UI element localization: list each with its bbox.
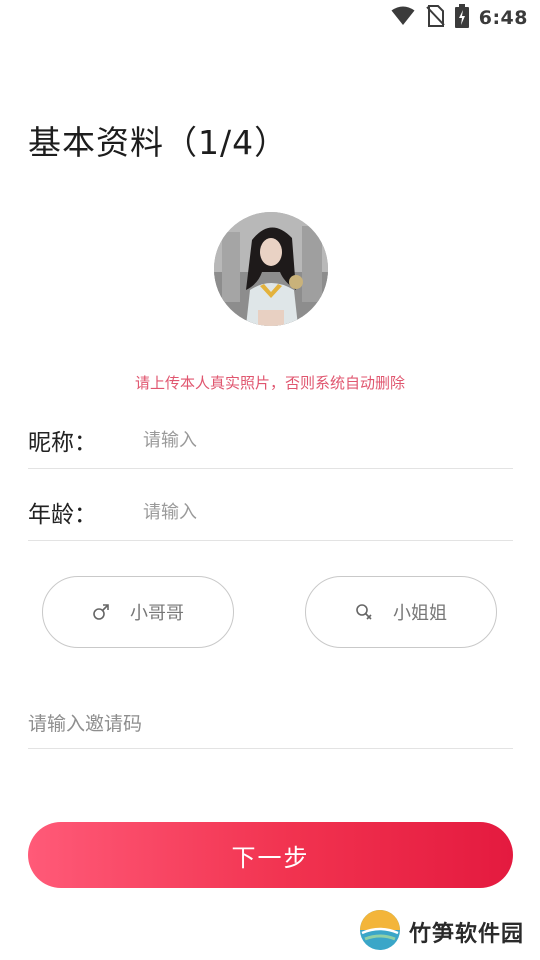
female-option-label: 小姐姐 [393, 603, 447, 624]
watermark-logo-icon [359, 909, 401, 955]
status-icons: 6:48 [391, 4, 528, 32]
avatar-upload[interactable] [214, 212, 328, 326]
age-input[interactable] [143, 501, 483, 523]
female-option-button[interactable]: 小姐姐 [305, 576, 497, 648]
nickname-label: 昵称： [28, 430, 97, 456]
watermark: 竹笋软件园 [359, 910, 524, 954]
status-time: 6:48 [478, 7, 528, 29]
male-symbol-icon [92, 603, 110, 621]
no-sim-icon [425, 5, 445, 31]
age-row: 年龄： [28, 484, 513, 541]
page-title: 基本资料（1/4） [28, 123, 289, 162]
next-step-button[interactable]: 下一步 [28, 822, 513, 888]
upload-hint: 请上传本人真实照片，否则系统自动删除 [134, 374, 405, 392]
nickname-input[interactable] [143, 429, 483, 451]
age-label: 年龄： [28, 502, 97, 528]
invite-code-input[interactable] [28, 713, 513, 735]
nickname-row: 昵称： [28, 412, 513, 469]
status-bar: 6:48 [0, 0, 540, 36]
battery-charging-icon [454, 4, 469, 32]
wifi-icon [391, 6, 415, 30]
watermark-text: 竹笋软件园 [408, 922, 524, 947]
user-photo [214, 212, 328, 326]
invite-row [28, 700, 513, 749]
female-symbol-icon [355, 603, 373, 621]
male-option-button[interactable]: 小哥哥 [42, 576, 234, 648]
male-option-label: 小哥哥 [130, 603, 184, 624]
